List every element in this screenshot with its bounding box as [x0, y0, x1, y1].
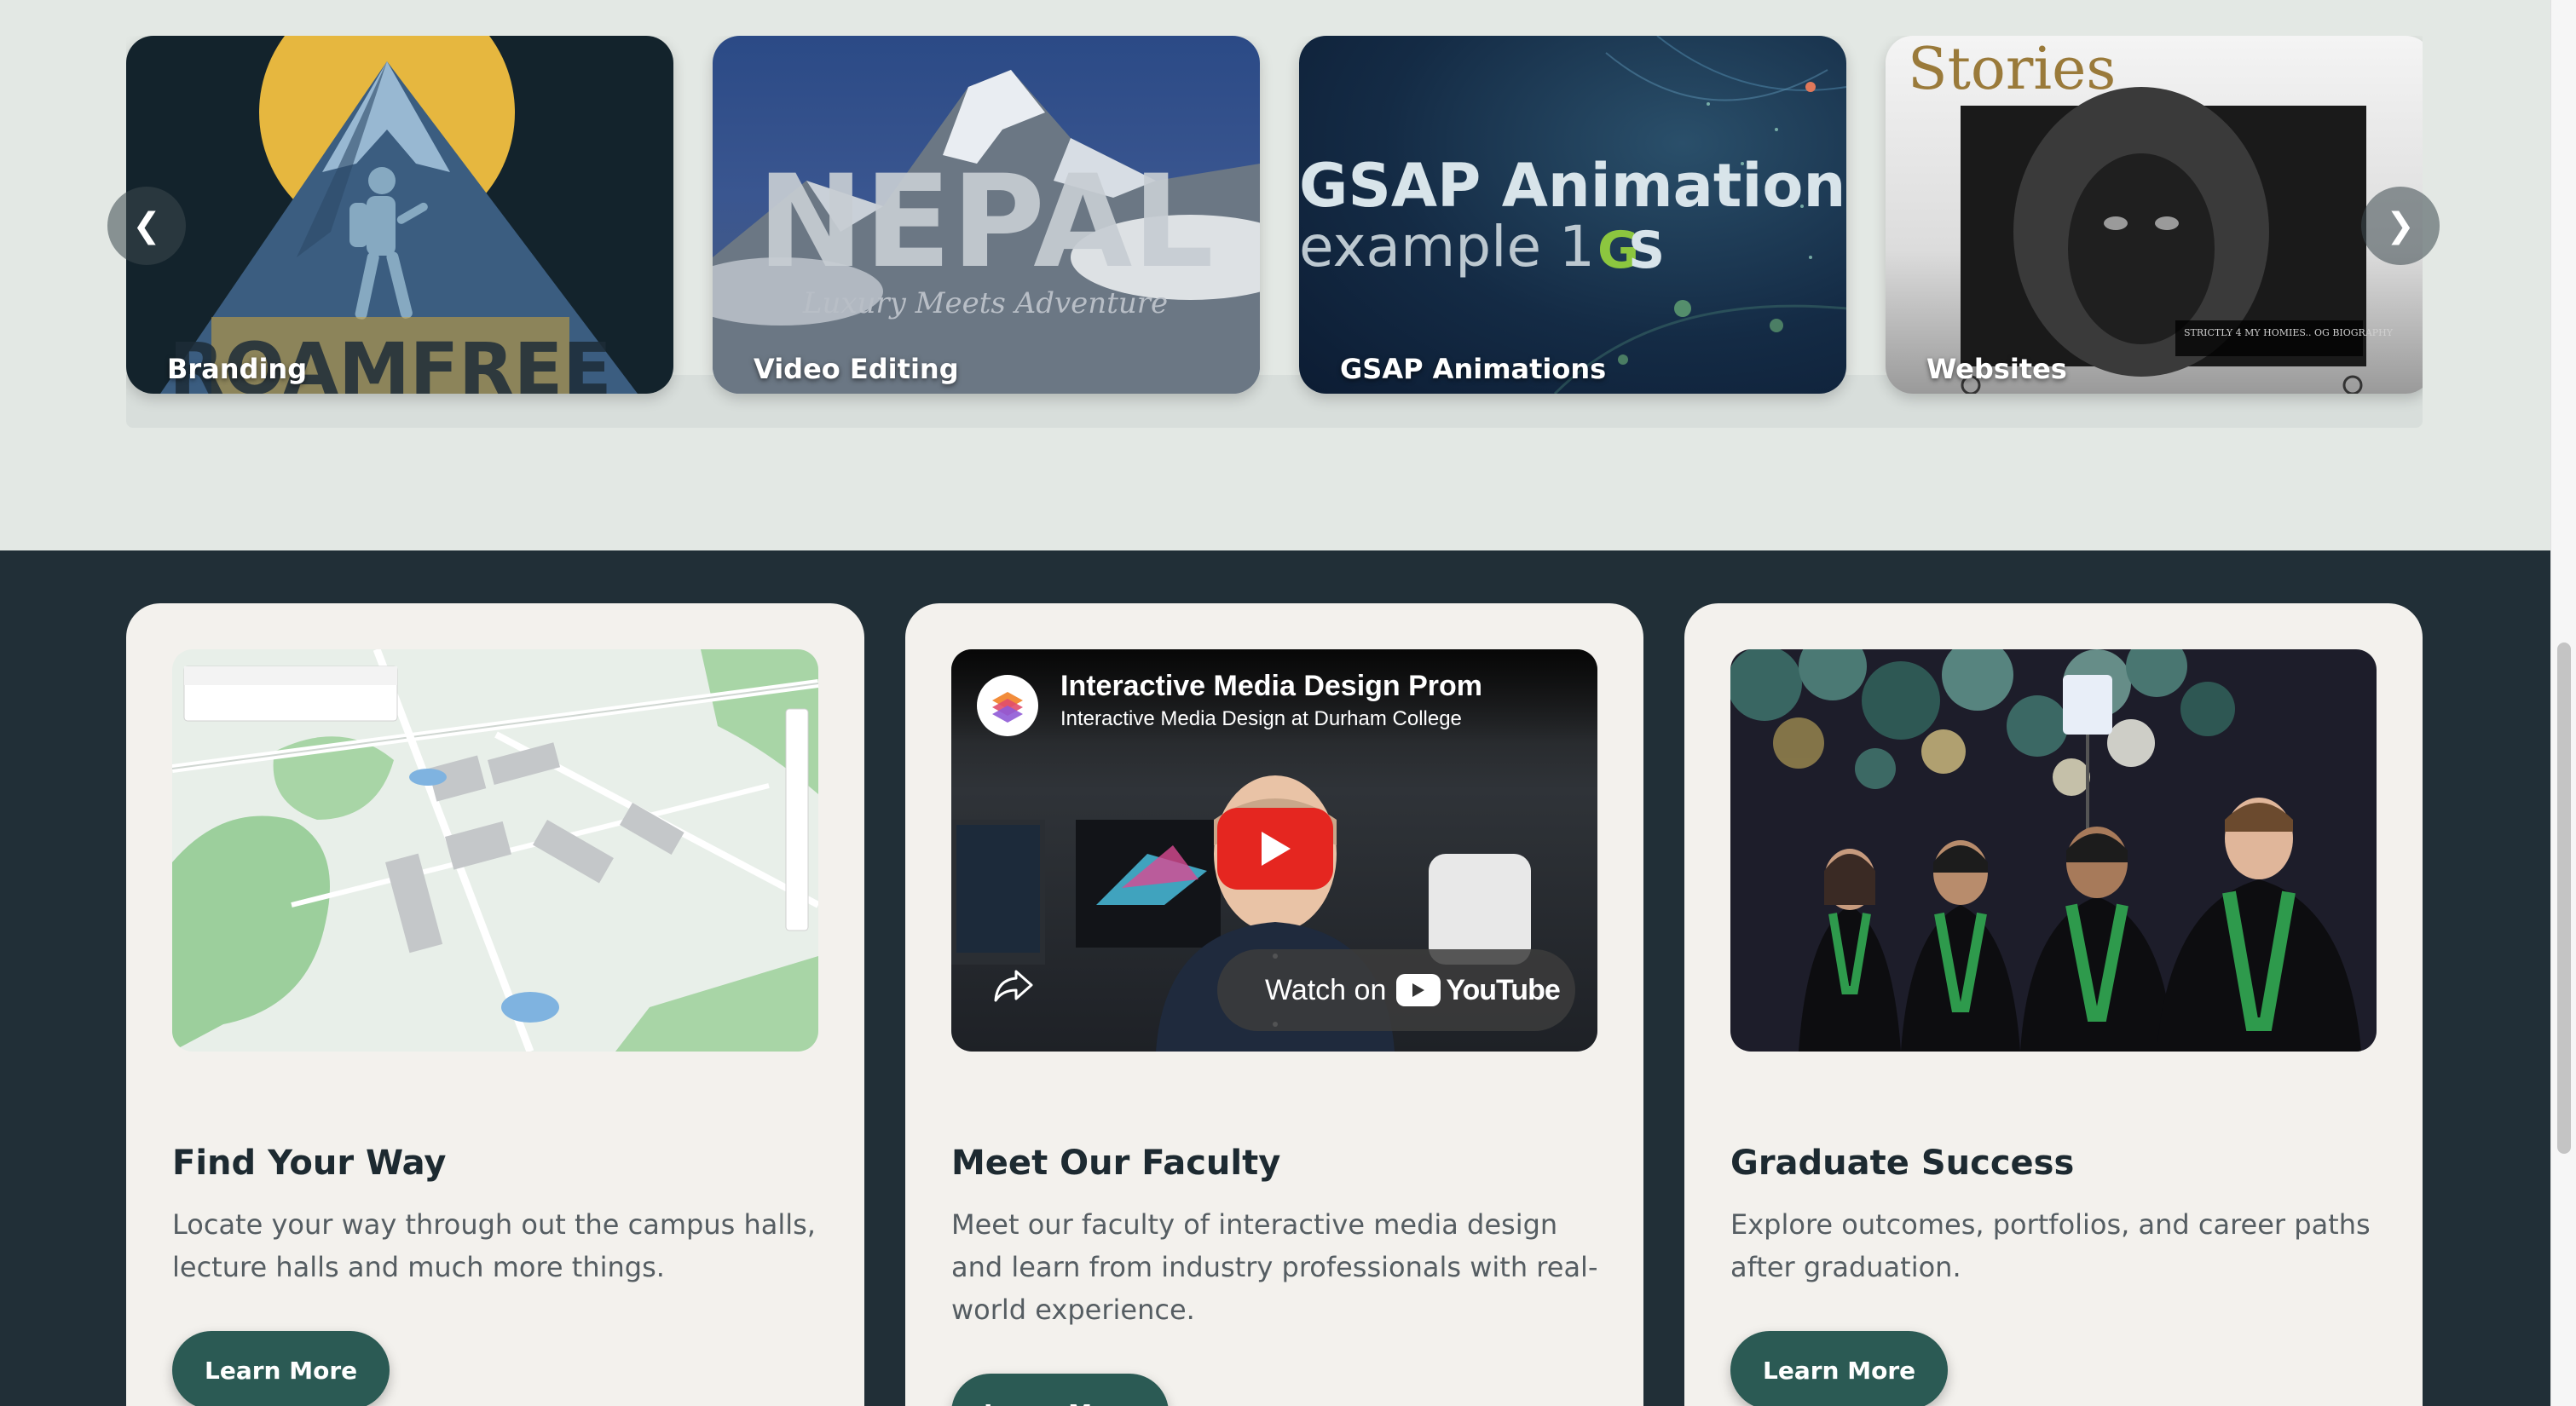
play-icon	[1262, 832, 1291, 866]
info-card-description: Meet our faculty of interactive media de…	[951, 1208, 1598, 1326]
info-card-graduate-success: Graduate Success Explore outcomes, portf…	[1684, 603, 2423, 1406]
info-card-meet-our-faculty: Interactive Media Design Prom Interactiv…	[905, 603, 1643, 1406]
youtube-brand-text: YouTube	[1446, 973, 1560, 1006]
nepal-text: NEPAL	[757, 148, 1214, 297]
video-channel-name[interactable]: Interactive Media Design at Durham Colle…	[1060, 707, 1462, 731]
roamfree-artwork: ROAMFREE	[160, 36, 638, 394]
channel-logo-icon	[992, 692, 1023, 723]
carousel-card-branding[interactable]: ROAMFREE Branding	[126, 36, 673, 394]
card-label-branding: Branding	[167, 353, 308, 385]
youtube-video-embed[interactable]: Interactive Media Design Prom Interactiv…	[951, 649, 1597, 1052]
card-label-video-editing: Video Editing	[754, 353, 959, 385]
graduation-photo	[1730, 649, 2377, 1052]
watch-on-label: Watch on	[1265, 973, 1387, 1006]
info-card-find-your-way: Find Your Way Locate your way through ou…	[126, 603, 864, 1406]
info-card-title: Find Your Way	[172, 1144, 447, 1183]
carousel-card-video-editing[interactable]: NEPAL Luxury Meets Adventure Video Editi…	[713, 36, 1260, 394]
gsap-title-text: GSAP Animation	[1299, 151, 1845, 221]
video-title[interactable]: Interactive Media Design Prom	[1060, 670, 1572, 703]
info-card-description: Locate your way through out the campus h…	[172, 1208, 816, 1283]
info-card-description: Explore outcomes, portfolios, and career…	[1730, 1208, 2371, 1283]
page-scrollbar[interactable]	[2550, 0, 2576, 1406]
share-icon[interactable]	[992, 968, 1033, 1007]
carousel-card-websites[interactable]: Stories STRICTLY 4 MY HOMIES.. OG BIOGRA…	[1886, 36, 2423, 394]
campus-map[interactable]	[172, 649, 818, 1052]
learn-more-button[interactable]: Learn More	[1730, 1331, 1949, 1406]
learn-more-button[interactable]: Learn More	[951, 1374, 1170, 1406]
scrollbar-thumb[interactable]	[2557, 642, 2571, 1154]
carousel-track: ROAMFREE Branding NEPAL Luxury Meets Adv…	[126, 36, 2423, 428]
stories-next-icon	[2342, 375, 2363, 394]
watch-on-youtube-button[interactable]: Watch on YouTube	[1217, 949, 1575, 1031]
card-label-websites: Websites	[1926, 353, 2067, 385]
carousel-card-gsap-animations[interactable]: GSAP Animation example 1 G S GSAP Animat…	[1299, 36, 1846, 394]
learn-more-button[interactable]: Learn More	[172, 1331, 390, 1406]
gsap-subtext: example 1	[1299, 214, 1595, 279]
info-card-title: Meet Our Faculty	[951, 1144, 1281, 1183]
youtube-logo-icon	[1396, 974, 1441, 1006]
play-button[interactable]	[1217, 808, 1333, 890]
stories-heading: Stories	[1908, 36, 2116, 103]
nepal-artwork: NEPAL Luxury Meets Adventure	[713, 70, 1260, 394]
gsap-logo-s-icon: S	[1628, 221, 1665, 280]
gsap-artwork: GSAP Animation example 1 G S	[1299, 36, 1846, 394]
carousel-next-button[interactable]: ❯	[2361, 187, 2440, 265]
stories-caption: STRICTLY 4 MY HOMIES.. OG BIOGRAPHY	[2184, 327, 2394, 338]
channel-avatar[interactable]	[977, 675, 1038, 736]
card-label-gsap-animations: GSAP Animations	[1340, 353, 1607, 385]
nepal-subtext: Luxury Meets Adventure	[802, 286, 1168, 320]
info-card-title: Graduate Success	[1730, 1144, 2075, 1183]
stories-artwork: Stories STRICTLY 4 MY HOMIES.. OG BIOGRA…	[1908, 36, 2394, 394]
portfolio-carousel: ROAMFREE Branding NEPAL Luxury Meets Adv…	[0, 0, 2550, 550]
youtube-logo: YouTube	[1396, 973, 1561, 1007]
carousel-prev-button[interactable]: ❮	[107, 187, 186, 265]
program-highlights-section: Find Your Way Locate your way through ou…	[0, 550, 2550, 1406]
